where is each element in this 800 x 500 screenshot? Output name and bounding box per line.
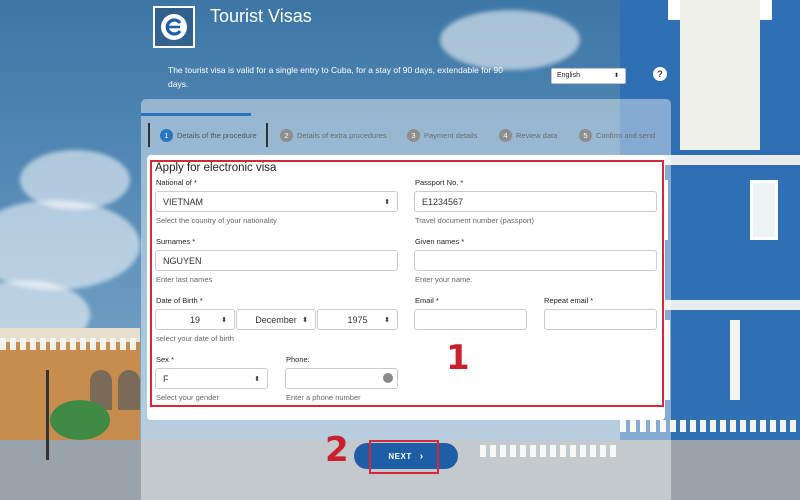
annotation-number-1: 1 <box>446 338 470 378</box>
step-review-data[interactable]: 4 Review data <box>499 123 557 147</box>
step-number: 2 <box>280 128 293 142</box>
intro-text: The tourist visa is valid for a single e… <box>168 65 503 89</box>
active-step-marker <box>148 123 268 147</box>
language-value: English <box>557 72 580 79</box>
step-payment-details[interactable]: 3 Payment details <box>407 123 477 147</box>
step-number: 3 <box>407 128 420 142</box>
step-label: Payment details <box>424 130 478 140</box>
chevron-updown-icon: ⬍ <box>613 73 619 79</box>
step-label: Review data <box>516 130 558 140</box>
site-logo[interactable] <box>153 6 195 48</box>
step-label: Confirm and send <box>596 130 656 140</box>
step-confirm-send[interactable]: 5 Confirm and send <box>579 123 655 147</box>
page-title: Tourist Visas <box>210 6 312 26</box>
annotation-number-2: 2 <box>325 430 349 470</box>
step-number: 4 <box>499 128 512 142</box>
step-extra-procedures[interactable]: 2 Details of extra procedures <box>280 123 387 147</box>
progress-indicator <box>141 113 251 116</box>
step-number: 5 <box>579 128 592 142</box>
highlight-box-next <box>369 440 439 474</box>
highlight-box-form <box>150 160 664 407</box>
step-label: Details of extra procedures <box>297 130 387 140</box>
logo-icon <box>161 14 187 40</box>
help-icon[interactable]: ? <box>653 67 667 81</box>
language-select[interactable]: English ⬍ <box>551 68 626 84</box>
